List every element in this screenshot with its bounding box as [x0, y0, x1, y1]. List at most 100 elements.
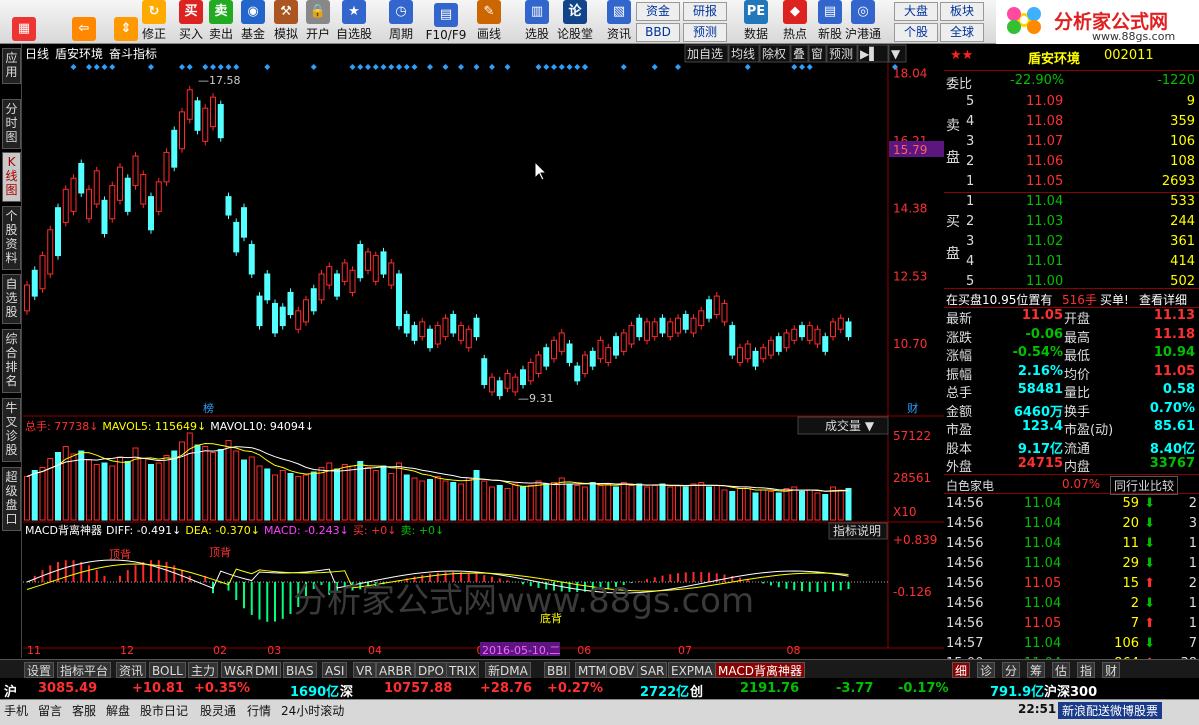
- toolbar-button-news[interactable]: ▧ 资讯: [601, 0, 637, 44]
- indicator-tab[interactable]: MACD背离神器: [715, 662, 805, 678]
- status-link[interactable]: 客服: [72, 702, 96, 719]
- stat-value: 10.94: [1153, 345, 1195, 360]
- compare-button[interactable]: 同行业比较: [1110, 476, 1179, 495]
- ask-row[interactable]: 1 11.05 2693: [962, 172, 1199, 192]
- indicator-tab[interactable]: 指标平台: [57, 662, 112, 678]
- indicator-tab[interactable]: DPO: [415, 662, 447, 678]
- toolbar-button-grid[interactable]: ▦: [6, 0, 42, 44]
- left-tab[interactable]: 牛 叉 诊 股: [2, 398, 21, 462]
- toolbar-button-star[interactable]: ★ 自选股: [336, 0, 372, 44]
- panel-tab[interactable]: 分: [1002, 662, 1021, 678]
- toolbar-button-pen[interactable]: ✎ 画线: [471, 0, 507, 44]
- indicator-tab[interactable]: OBV: [606, 662, 638, 678]
- panel-tab[interactable]: 诊: [977, 662, 996, 678]
- tick-time: 14:56: [946, 596, 984, 611]
- status-link[interactable]: 解盘: [106, 702, 130, 719]
- up-down-arrows-icon: ⇕: [114, 17, 138, 41]
- indicator-tab[interactable]: 主力: [188, 662, 219, 678]
- toolbar-small-button[interactable]: 板块: [940, 2, 984, 21]
- status-link[interactable]: 24小时滚动: [281, 702, 344, 719]
- tick-time: 14:56: [946, 536, 984, 551]
- volume-bar: [760, 489, 767, 521]
- panel-tab[interactable]: 细: [952, 662, 971, 678]
- panel-tab[interactable]: 财: [1102, 662, 1121, 678]
- left-tab[interactable]: 超 级 盘 口: [2, 467, 21, 531]
- panel-tab[interactable]: 指: [1077, 662, 1096, 678]
- candle-body: [845, 321, 852, 338]
- indicator-tab[interactable]: BIAS: [283, 662, 317, 678]
- ask-row[interactable]: 3 11.07 106: [962, 132, 1199, 152]
- star-icon[interactable]: ★★: [950, 48, 973, 63]
- status-link[interactable]: 留言: [38, 702, 62, 719]
- toolbar-small-button[interactable]: BBD: [636, 23, 680, 42]
- toolbar-button-hammer[interactable]: ⚒ 模拟: [268, 0, 304, 44]
- indicator-tab[interactable]: SAR: [637, 662, 668, 678]
- indicator-tab[interactable]: 设置: [24, 662, 55, 678]
- toolbar-button-hot[interactable]: ◆ 热点: [777, 0, 813, 44]
- ask-price: 11.08: [1026, 114, 1064, 129]
- status-link[interactable]: 股市日记: [140, 702, 188, 719]
- left-tab[interactable]: 综 合 排 名: [2, 329, 21, 393]
- volume-bar: [659, 483, 666, 521]
- toolbar-button-select[interactable]: ▥ 选股: [519, 0, 555, 44]
- panel-tab[interactable]: 估: [1052, 662, 1071, 678]
- bid-row[interactable]: 2 11.03 244: [962, 212, 1199, 232]
- indicator-tab[interactable]: ASI: [322, 662, 348, 678]
- stat-key: 流通: [1064, 441, 1091, 457]
- left-tab[interactable]: K 线 图: [2, 152, 21, 202]
- panel-tab[interactable]: 筹: [1027, 662, 1046, 678]
- toolbar-small-button[interactable]: 个股: [894, 23, 938, 42]
- toolbar-button-sell[interactable]: 卖卖出: [203, 0, 239, 44]
- order-note-row[interactable]: 在买盘10.95位置有 516手 买单! 查看详细: [944, 288, 1199, 308]
- indicator-tab[interactable]: MTM: [575, 662, 610, 678]
- left-tab[interactable]: 自 选 股: [2, 274, 21, 324]
- ask-row[interactable]: 2 11.06 108: [962, 152, 1199, 172]
- left-tab[interactable]: 分 时 图: [2, 99, 21, 149]
- toolbar-button-lock[interactable]: 🔒 开户: [300, 0, 336, 44]
- toolbar-small-button[interactable]: 全球: [940, 23, 984, 42]
- toolbar-button-f10[interactable]: ▤ F10/F9: [423, 0, 469, 44]
- ask-row[interactable]: 5 11.09 9: [962, 92, 1199, 112]
- toolbar-small-button[interactable]: 预测: [683, 23, 727, 42]
- bid-row[interactable]: 4 11.01 414: [962, 252, 1199, 272]
- left-tab[interactable]: 个 股 资 料: [2, 206, 21, 270]
- note-text: 在买盘10.95位置有: [946, 293, 1053, 307]
- status-link[interactable]: 股灵通: [200, 702, 236, 719]
- indicator-tab[interactable]: ARBR: [376, 662, 416, 678]
- toolbar-button-fund[interactable]: ◉ 基金: [235, 0, 271, 44]
- left-tab[interactable]: 应 用: [2, 48, 21, 84]
- toolbar-small-button[interactable]: 资金: [636, 2, 680, 21]
- indicator-tab[interactable]: EXPMA: [668, 662, 716, 678]
- event-marker[interactable]: 榜: [203, 401, 214, 415]
- toolbar-button-clock[interactable]: ◷ 周期: [383, 0, 419, 44]
- status-news[interactable]: 新浪配送微博股票: [1058, 702, 1163, 719]
- indicator-tab[interactable]: DMI: [252, 662, 282, 678]
- tick-row: 14:56 11.04 59 ⬇ 2: [944, 494, 1199, 514]
- indicator-tab[interactable]: BOLL: [149, 662, 186, 678]
- toolbar-button-hk[interactable]: ◎ 沪港通: [845, 0, 881, 44]
- bid-row[interactable]: 1 11.04 533: [962, 192, 1199, 212]
- bid-row[interactable]: 3 11.02 361: [962, 232, 1199, 252]
- bid-volume: 502: [1170, 274, 1195, 289]
- event-marker[interactable]: 财: [907, 401, 918, 415]
- indicator-tab[interactable]: 资讯: [116, 662, 147, 678]
- indicator-tab[interactable]: VR: [353, 662, 376, 678]
- sector-row[interactable]: 白色家电 0.07% 同行业比较: [944, 474, 1199, 495]
- toolbar-button-forum[interactable]: 论论股堂: [557, 0, 593, 44]
- ask-row[interactable]: 4 11.08 359: [962, 112, 1199, 132]
- note-detail-link[interactable]: 查看详细: [1139, 291, 1187, 308]
- toolbar-small-button[interactable]: 大盘: [894, 2, 938, 21]
- status-link[interactable]: 手机: [4, 702, 28, 719]
- indicator-tab[interactable]: BBI: [544, 662, 571, 678]
- toolbar-button-pe[interactable]: PE 数据: [738, 0, 774, 44]
- toolbar-button-refresh[interactable]: ↻ 修正: [136, 0, 172, 44]
- toolbar-small-button[interactable]: 研报: [683, 2, 727, 21]
- toolbar-button-back-arrow[interactable]: ⇦: [66, 0, 102, 44]
- status-link[interactable]: 行情: [247, 702, 271, 719]
- volume-bar: [148, 464, 154, 521]
- kline-chart[interactable]: 日线盾安环境奋斗指标加自选均线除权叠窗预测▶▌▼18.0416.2114.381…: [23, 44, 944, 658]
- indicator-tab[interactable]: TRIX: [446, 662, 480, 678]
- indicator-tab[interactable]: 新DMA: [485, 662, 531, 678]
- volume-bar: [543, 483, 550, 521]
- toolbar-button-newstock[interactable]: ▤ 新股: [812, 0, 848, 44]
